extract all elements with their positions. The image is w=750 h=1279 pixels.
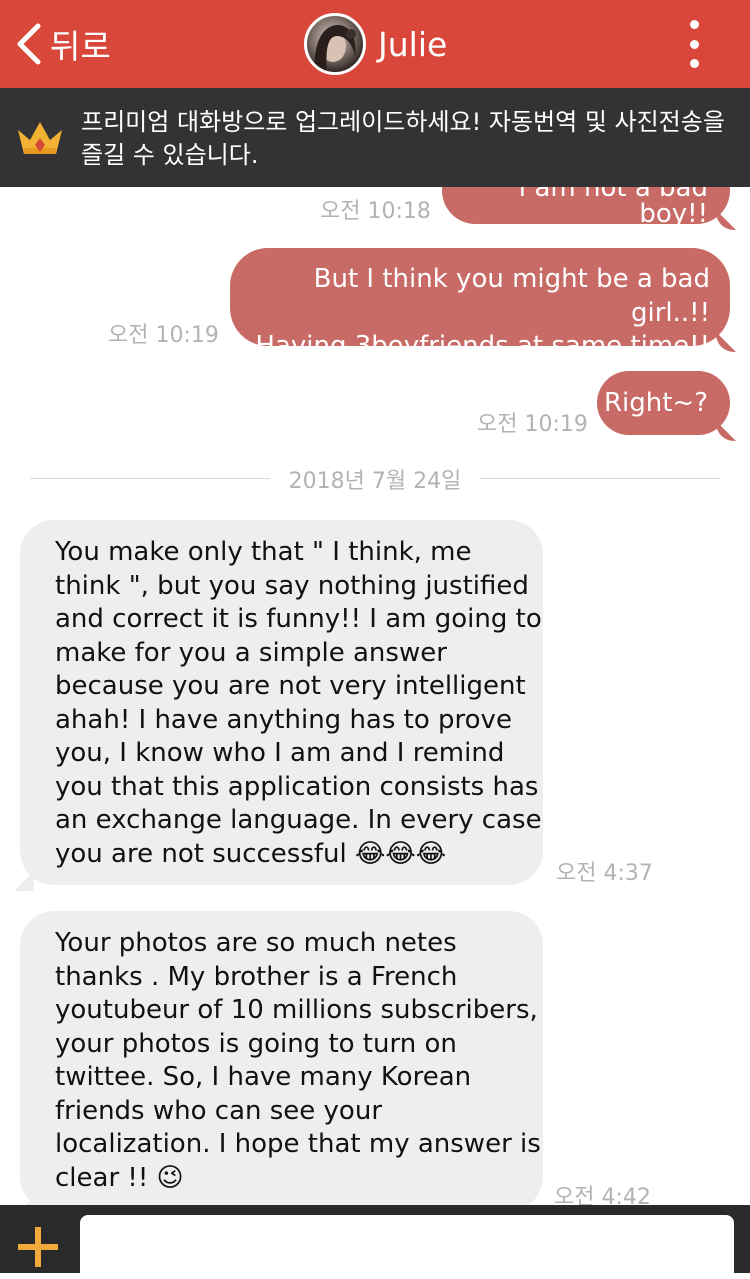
contact-title[interactable]: Julie [304,11,447,77]
message-line: youtubeur of 10 millions subscribers, [55,995,538,1025]
compose-bar [0,1205,750,1279]
more-vertical-icon[interactable] [680,20,708,68]
back-button[interactable]: 뒤로 [14,18,111,70]
message-line: thanks . My brother is a French [55,961,458,992]
date-separator: 2018년 7월 24일 [30,463,720,494]
message-line: friends who can see your [55,1095,383,1126]
message-line: localization. I hope that my answer is [55,1129,541,1159]
message-input[interactable] [80,1215,734,1279]
message-bubble-outgoing[interactable]: Right~? [597,371,730,435]
message-time: 오전 10:19 [477,412,588,437]
message-line: You make only that " I think, me [55,537,472,567]
back-label: 뒤로 [50,27,111,66]
message-line: Your photos are so much netes [55,928,457,958]
message-line: because you are not very intelligent [55,671,526,701]
chevron-left-icon [17,23,41,65]
message-line: ahah! I have anything has to prove [55,704,512,735]
date-label: 2018년 7월 24일 [288,469,462,494]
divider [480,478,720,479]
banner-text: 프리미엄 대화방으로 업그레이드하세요! 자동번역 및 사진전송을 즐길 수 있… [81,108,725,169]
message-time: 오전 10:18 [320,199,431,224]
message-time: 오전 4:42 [554,1185,651,1205]
divider [30,478,270,479]
plus-icon[interactable] [16,1225,60,1269]
crown-icon [18,122,62,154]
message-line: Having 3boyfriends at same time!! [255,331,710,361]
message-line: your photos is going to turn on [55,1028,457,1059]
message-list[interactable]: I am not a bad boy!! 오전 10:18 But I thin… [0,187,750,1205]
message-time: 오전 10:19 [108,323,219,348]
message-line: you are not successful 😂😂😂 [55,838,447,869]
message-bubble-incoming[interactable]: Your photos are so much netes thanks . M… [20,911,543,1205]
avatar-photo [314,25,356,72]
message-line: you that this application consists has [55,771,539,802]
message-line: clear !! 😉 [55,1162,184,1193]
message-text: I am not a bad boy!! [518,187,708,229]
message-line: But I think you might be a bad girl..!! [313,264,710,328]
message-line: and correct it is funny!! I am going to [55,604,542,634]
avatar[interactable] [304,13,366,75]
message-time: 오전 4:37 [556,861,653,886]
contact-name: Julie [378,24,448,64]
message-line: make for you a simple answer [55,637,447,668]
message-bubble-outgoing[interactable]: I am not a bad boy!! [442,187,730,227]
message-line: an exchange language. In every case [55,805,542,835]
message-line: think ", but you say nothing justified [55,570,529,601]
premium-banner[interactable]: 프리미엄 대화방으로 업그레이드하세요! 자동번역 및 사진전송을 즐길 수 있… [0,88,750,187]
message-line: you, I know who I am and I remind [55,738,505,768]
message-line: twittee. So, I have many Korean [55,1062,472,1092]
chat-header: 뒤로 Julie [0,0,750,88]
message-bubble-incoming[interactable]: You make only that " I think, me think "… [20,520,543,885]
message-text: Right~? [603,388,708,418]
message-bubble-outgoing[interactable]: But I think you might be a bad girl..!! … [230,248,730,361]
